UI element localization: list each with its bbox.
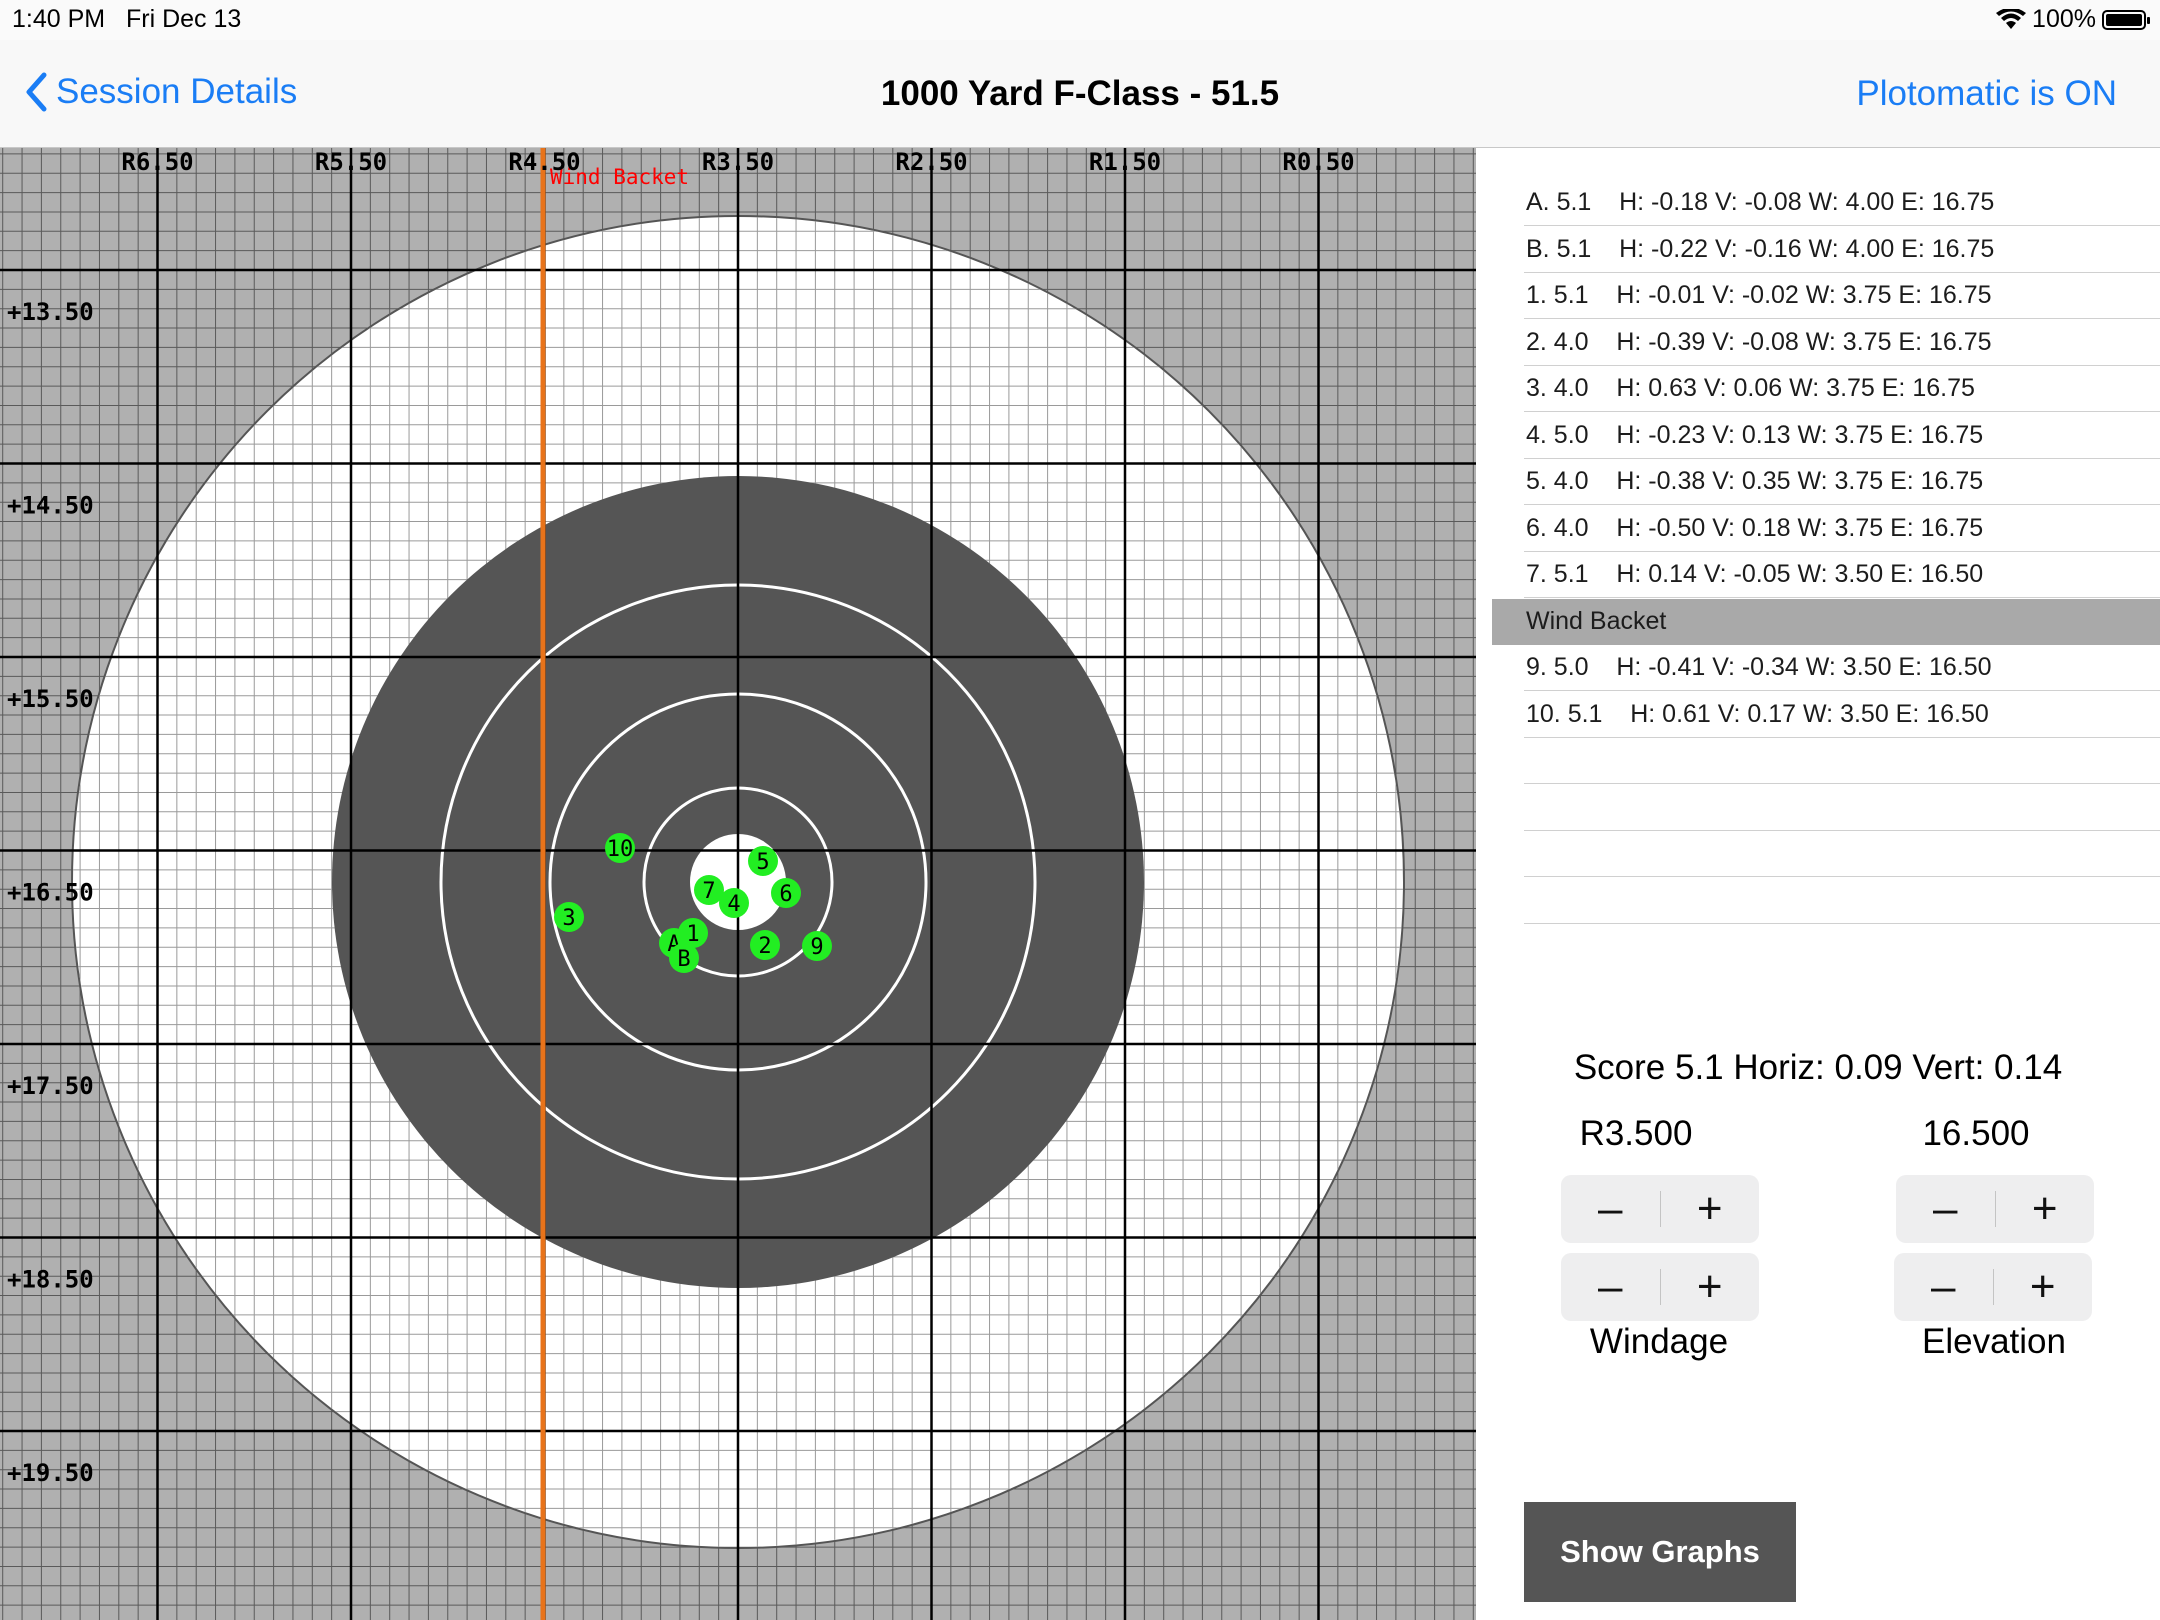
shot-marker[interactable]: 10	[605, 833, 635, 863]
shot-row[interactable]: 2. 4.0 H: -0.39 V: -0.08 W: 3.75 E: 16.7…	[1476, 320, 2160, 366]
elevation-tick-label: +14.50	[7, 492, 94, 520]
shot-row[interactable]: B. 5.1 H: -0.22 V: -0.16 W: 4.00 E: 16.7…	[1476, 227, 2160, 273]
status-bar: 1:40 PM Fri Dec 13 100%	[0, 0, 2160, 40]
shot-row[interactable]	[1476, 878, 2160, 924]
back-label: Session Details	[56, 72, 298, 111]
elevation-tick-label: +19.50	[7, 1459, 94, 1487]
status-time: 1:40 PM	[12, 5, 106, 33]
windage-tick-label: R6.50	[121, 148, 193, 176]
shot-label: B	[677, 947, 690, 972]
windage-coarse-plus-button[interactable]: +	[1661, 1175, 1760, 1243]
target-plot[interactable]: Wind Backet R6.50 R5.50 R4.50 R3.50 R2.50 R1.…	[0, 148, 1476, 1620]
shot-marker[interactable]: 6	[771, 878, 801, 908]
shot-row[interactable]: 3. 4.0 H: 0.63 V: 0.06 W: 3.75 E: 16.75	[1476, 366, 2160, 412]
windage-value: R3.500	[1579, 1114, 1693, 1153]
shot-label: 7	[702, 879, 715, 904]
elevation-axis-labels: +13.50 +14.50 +15.50 +16.50 +17.50 +18.50 +19.…	[7, 298, 94, 1487]
elevation-tick-label: +13.50	[7, 298, 94, 326]
windage-tick-label: R1.50	[1089, 148, 1161, 176]
shot-label: 2	[758, 934, 771, 959]
shot-row-text: 2. 4.0 H: -0.39 V: -0.08 W: 3.75 E: 16.7…	[1526, 327, 1992, 356]
windage-tick-label: R4.50	[508, 148, 580, 176]
shot-marker[interactable]: 9	[802, 931, 832, 961]
shot-marker[interactable]: 2	[750, 930, 780, 960]
windage-tick-label: R0.50	[1282, 148, 1354, 176]
shot-row-text: 4. 5.0 H: -0.23 V: 0.13 W: 3.75 E: 16.75	[1526, 420, 1984, 449]
shot-label: 9	[810, 935, 823, 960]
shot-label: 10	[607, 837, 634, 862]
elevation-tick-label: +17.50	[7, 1072, 94, 1100]
shot-row-text: 6. 4.0 H: -0.50 V: 0.18 W: 3.75 E: 16.75	[1526, 513, 1984, 542]
shot-row[interactable]	[1476, 738, 2160, 784]
shot-row-text: 7. 5.1 H: 0.14 V: -0.05 W: 3.50 E: 16.50	[1526, 560, 1984, 588]
show-graphs-button[interactable]: Show Graphs	[1524, 1502, 1796, 1602]
shot-row-text: 10. 5.1 H: 0.61 V: 0.17 W: 3.50 E: 16.50	[1526, 699, 1989, 728]
shot-marker[interactable]: B	[669, 943, 699, 973]
navigation-bar: Session Details 1000 Yard F-Class - 51.5…	[0, 40, 2160, 148]
windage-tick-label: R5.50	[315, 148, 387, 176]
windage-stepper-fine[interactable]: – +	[1561, 1253, 1759, 1321]
elevation-tick-label: +18.50	[7, 1266, 94, 1294]
shot-row-text: 1. 5.1 H: -0.01 V: -0.02 W: 3.75 E: 16.7…	[1526, 281, 1992, 309]
status-indicators: 100%	[1996, 5, 2150, 34]
shot-row-text: 5. 4.0 H: -0.38 V: 0.35 W: 3.75 E: 16.75	[1526, 467, 1984, 495]
shot-row-text: B. 5.1 H: -0.22 V: -0.16 W: 4.00 E: 16.7…	[1526, 234, 1995, 263]
shot-label: 4	[727, 892, 740, 917]
windage-stepper-coarse[interactable]: – +	[1561, 1175, 1759, 1243]
shot-row[interactable]: 4. 5.0 H: -0.23 V: 0.13 W: 3.75 E: 16.75	[1476, 413, 2160, 459]
elevation-value: 16.500	[1922, 1114, 2030, 1153]
shot-label: 1	[686, 922, 699, 947]
back-button[interactable]: Session Details	[24, 72, 297, 112]
shot-marker[interactable]: 4	[719, 888, 749, 918]
plotomatic-toggle[interactable]: Plotomatic is ON	[1856, 74, 2117, 114]
battery-percent: 100%	[2032, 5, 2096, 33]
elevation-fine-minus-button[interactable]: –	[1894, 1253, 1993, 1321]
shot-row[interactable]: 7. 5.1 H: 0.14 V: -0.05 W: 3.50 E: 16.50	[1476, 552, 2160, 598]
shot-row[interactable]	[1476, 785, 2160, 831]
elevation-coarse-plus-button[interactable]: +	[1996, 1175, 2095, 1243]
shot-row[interactable]: 5. 4.0 H: -0.38 V: 0.35 W: 3.75 E: 16.75	[1476, 459, 2160, 505]
shot-row-text: A. 5.1 H: -0.18 V: -0.08 W: 4.00 E: 16.7…	[1526, 188, 1995, 216]
row-divider	[1524, 922, 2160, 924]
battery-fill	[2106, 13, 2142, 26]
elevation-stepper-coarse[interactable]: – +	[1896, 1175, 2094, 1243]
shot-row[interactable]: 1. 5.1 H: -0.01 V: -0.02 W: 3.75 E: 16.7…	[1476, 273, 2160, 319]
target-canvas[interactable]: Wind Backet R6.50 R5.50 R4.50 R3.50 R2.50 R1.…	[0, 148, 1476, 1620]
windage-tick-label: R2.50	[895, 148, 967, 176]
elevation-coarse-minus-button[interactable]: –	[1896, 1175, 1995, 1243]
elevation-stepper-fine[interactable]: – +	[1894, 1253, 2092, 1321]
windage-fine-minus-button[interactable]: –	[1561, 1253, 1660, 1321]
shot-label: 5	[756, 850, 769, 875]
elevation-tick-label: +15.50	[7, 685, 94, 713]
shot-row[interactable]: 6. 4.0 H: -0.50 V: 0.18 W: 3.75 E: 16.75	[1476, 506, 2160, 552]
shot-row[interactable]: 9. 5.0 H: -0.41 V: -0.34 W: 3.50 E: 16.5…	[1476, 645, 2160, 691]
elevation-fine-plus-button[interactable]: +	[1994, 1253, 2093, 1321]
shot-row[interactable]: A. 5.1 H: -0.18 V: -0.08 W: 4.00 E: 16.7…	[1476, 180, 2160, 226]
shot-row[interactable]: 10. 5.1 H: 0.61 V: 0.17 W: 3.50 E: 16.50	[1476, 692, 2160, 738]
elevation-label: Elevation	[1922, 1322, 2066, 1361]
shot-row[interactable]	[1476, 831, 2160, 877]
wifi-icon	[1996, 8, 2027, 29]
wind-bracket-row[interactable]: Wind Backet	[1492, 598, 2160, 645]
elevation-tick-label: +16.50	[7, 879, 94, 907]
windage-coarse-minus-button[interactable]: –	[1561, 1175, 1660, 1243]
shot-row-text: Wind Backet	[1526, 606, 1667, 635]
score-summary: Score 5.1 Horiz: 0.09 Vert: 0.14	[1573, 1048, 2063, 1087]
windage-tick-label: R3.50	[702, 148, 774, 176]
battery-icon	[2102, 9, 2150, 30]
windage-axis-labels: R6.50 R5.50 R4.50 R3.50 R2.50 R1.50 R0.50	[121, 148, 1354, 176]
shot-marker[interactable]: 3	[554, 902, 584, 932]
shot-row-text: 9. 5.0 H: -0.41 V: -0.34 W: 3.50 E: 16.5…	[1526, 653, 1992, 681]
shot-label: 6	[779, 882, 792, 907]
windage-fine-plus-button[interactable]: +	[1661, 1253, 1760, 1321]
shot-label: 3	[562, 906, 575, 931]
chevron-left-icon	[26, 72, 47, 112]
page-title: 1000 Yard F-Class - 51.5	[880, 74, 1280, 113]
shot-row-text: 3. 4.0 H: 0.63 V: 0.06 W: 3.75 E: 16.75	[1526, 374, 1975, 402]
shot-marker[interactable]: 5	[748, 846, 778, 876]
shot-panel: A. 5.1 H: -0.18 V: -0.08 W: 4.00 E: 16.7…	[1476, 148, 2160, 1620]
status-date: Fri Dec 13	[126, 5, 242, 33]
windage-label: Windage	[1589, 1322, 1729, 1361]
